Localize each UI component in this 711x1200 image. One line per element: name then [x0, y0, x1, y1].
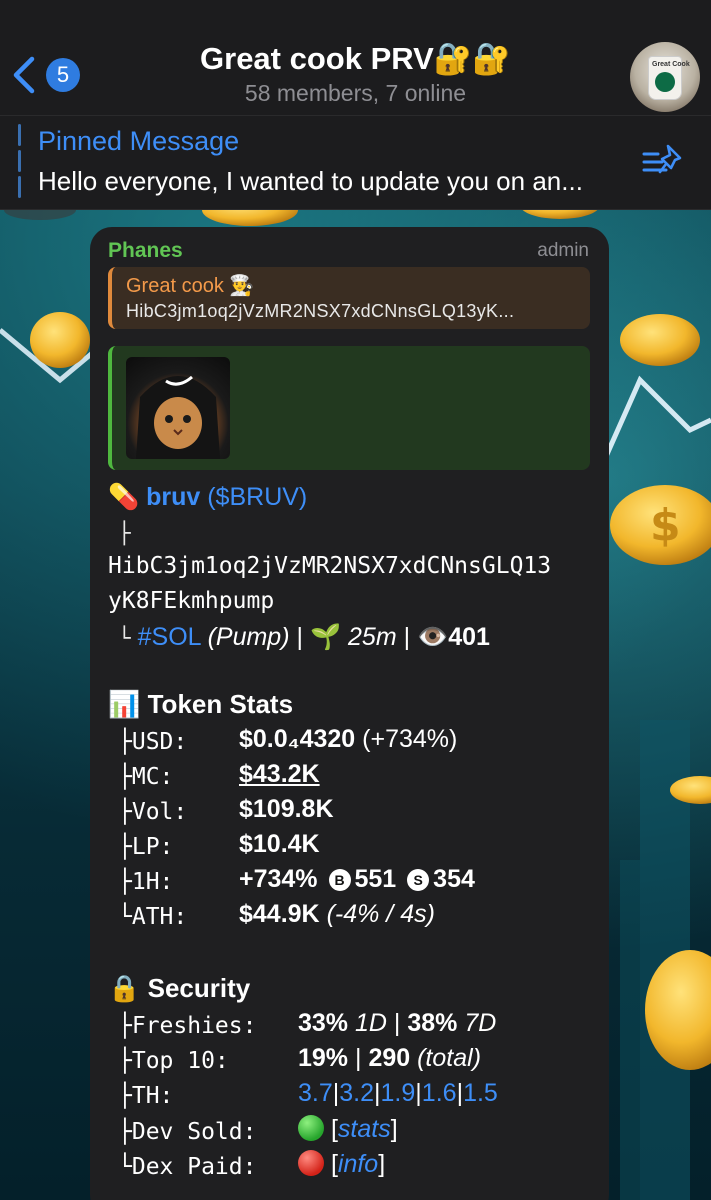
security-row-freshies: ├Freshies: 33% 1D | 38% 7D: [118, 1009, 608, 1045]
holder-link[interactable]: 1.5: [463, 1079, 498, 1107]
stat-label: ├Vol:: [118, 799, 188, 825]
stat-row-ath: └ATH: $44.9K (-4% / 4s): [118, 900, 608, 936]
security-row-dev-sold: ├Dev Sold: [stats]: [118, 1115, 608, 1151]
stat-row-1h: ├1H: +734% B 551 S 354: [118, 865, 608, 901]
holder-link[interactable]: 1.9: [381, 1079, 416, 1107]
platform-label: (Pump): [207, 623, 290, 651]
security-row-dex-paid: └Dex Paid: [info]: [118, 1150, 608, 1186]
stat-row-lp: ├LP: $10.4K: [118, 830, 608, 866]
stat-value: $109.8K: [239, 795, 334, 823]
cup-logo-icon: [655, 72, 675, 92]
security-heading: 🔒 Security: [108, 973, 250, 1004]
message-bubble[interactable]: Phanes admin Great cook 👨‍🍳 HibC3jm1oq2j…: [90, 227, 609, 1200]
link-preview[interactable]: [108, 346, 590, 470]
chevron-left-icon: [13, 56, 35, 94]
holder-link[interactable]: 3.7: [298, 1079, 333, 1107]
dex-info-link[interactable]: info: [338, 1150, 378, 1178]
back-button[interactable]: 5: [12, 54, 84, 96]
token-meta-line: └ #SOL (Pump) | 🌱 25m | 👁️401: [118, 622, 490, 651]
svg-text:$: $: [650, 500, 681, 551]
security-title: Security: [147, 973, 251, 1003]
seedling-icon: 🌱: [309, 622, 342, 651]
stat-label: ├1H:: [118, 869, 174, 895]
stat-value: 19% | 290 (total): [298, 1044, 482, 1072]
token-name-link[interactable]: bruv: [146, 483, 200, 511]
dev-stats-link[interactable]: stats: [338, 1115, 391, 1143]
security-row-th: ├TH: 3.7|3.2|1.9|1.6|1.5: [118, 1079, 608, 1115]
stat-value: [info]: [298, 1150, 385, 1179]
stat-label: └ATH:: [118, 904, 188, 930]
green-circle-icon: [298, 1115, 324, 1141]
chat-member-status[interactable]: 58 members, 7 online: [110, 80, 601, 107]
stat-value: $44.9K (-4% / 4s): [239, 900, 435, 928]
pinned-title: Pinned Message: [38, 126, 240, 156]
stat-row-usd: ├USD: $0.0₄4320 (+734%): [118, 725, 608, 761]
token-address-line2[interactable]: yK8FEkmhpump: [108, 584, 598, 619]
stat-label: ├TH:: [118, 1083, 174, 1109]
tree-branch: ├: [118, 521, 131, 545]
token-image[interactable]: [126, 357, 230, 459]
pinned-text: Hello everyone, I wanted to update you o…: [38, 166, 583, 196]
reply-text: HibC3jm1oq2jVzMR2NSX7xdCNnsGLQ13yK...: [126, 301, 515, 321]
avatar-cup-label: Great Cook: [652, 61, 690, 68]
market-cap-link[interactable]: $43.2K: [239, 760, 320, 789]
buy-icon: B: [328, 869, 351, 891]
sender-role: admin: [537, 240, 589, 261]
sell-icon: S: [407, 869, 430, 891]
unread-count-badge: 5: [46, 58, 80, 92]
group-avatar[interactable]: Great Cook: [630, 42, 700, 112]
cat-in-hoodie-image: [136, 375, 220, 459]
stat-value: +734% B 551 S 354: [239, 865, 475, 893]
reply-author: Great cook 👨‍🍳: [126, 275, 255, 297]
lock-icon: 🔒: [108, 974, 141, 1004]
token-stats-title: Token Stats: [147, 689, 294, 719]
stat-label: ├Top 10:: [118, 1048, 229, 1074]
stat-label: ├LP:: [118, 834, 174, 860]
pinned-message-bar[interactable]: Pinned Message Hello everyone, I wanted …: [0, 116, 711, 210]
stat-label: ├Dev Sold:: [118, 1119, 257, 1145]
stat-value: $10.4K: [239, 830, 320, 858]
chat-header: 5 Great cook PRV🔐🔐 58 members, 7 online …: [0, 0, 711, 116]
tree-end: └: [118, 626, 131, 650]
token-header: 💊 bruv ($BRUV): [108, 479, 598, 515]
sender-name[interactable]: Phanes: [108, 239, 183, 263]
chat-title[interactable]: Great cook PRV🔐🔐: [110, 40, 601, 77]
pinned-indicator: [18, 124, 21, 204]
red-circle-icon: [298, 1150, 324, 1176]
stat-label: ├Freshies:: [118, 1013, 257, 1039]
token-age: 25m: [348, 623, 397, 651]
stat-label: ├MC:: [118, 764, 174, 790]
token-address-line1[interactable]: HibC3jm1oq2jVzMR2NSX7xdCNnsGLQ13: [108, 549, 598, 584]
stat-row-mc: ├MC: $43.2K: [118, 760, 608, 796]
bar-chart-icon: 📊: [108, 690, 141, 720]
token-stats-heading: 📊 Token Stats: [108, 689, 293, 720]
eye-icon: 👁️: [417, 622, 449, 651]
holder-link[interactable]: 1.6: [422, 1079, 457, 1107]
security-row-top10: ├Top 10: 19% | 290 (total): [118, 1044, 608, 1080]
stat-label: ├USD:: [118, 729, 188, 755]
stat-value: $0.0₄4320 (+734%): [239, 725, 458, 753]
pinned-list-icon[interactable]: [642, 142, 684, 182]
stat-value: [stats]: [298, 1115, 398, 1144]
stat-row-vol: ├Vol: $109.8K: [118, 795, 608, 831]
reply-preview[interactable]: Great cook 👨‍🍳 HibC3jm1oq2jVzMR2NSX7xdCN…: [108, 267, 590, 329]
stat-value: 33% 1D | 38% 7D: [298, 1009, 497, 1037]
token-ticker-link[interactable]: ($BRUV): [207, 483, 307, 511]
view-count: 401: [448, 623, 490, 651]
pill-icon: 💊: [108, 482, 140, 511]
holder-link[interactable]: 3.2: [339, 1079, 374, 1107]
top-holders-values: 3.7|3.2|1.9|1.6|1.5: [298, 1079, 498, 1107]
chain-hashtag[interactable]: #SOL: [138, 623, 201, 651]
stat-label: └Dex Paid:: [118, 1154, 257, 1180]
